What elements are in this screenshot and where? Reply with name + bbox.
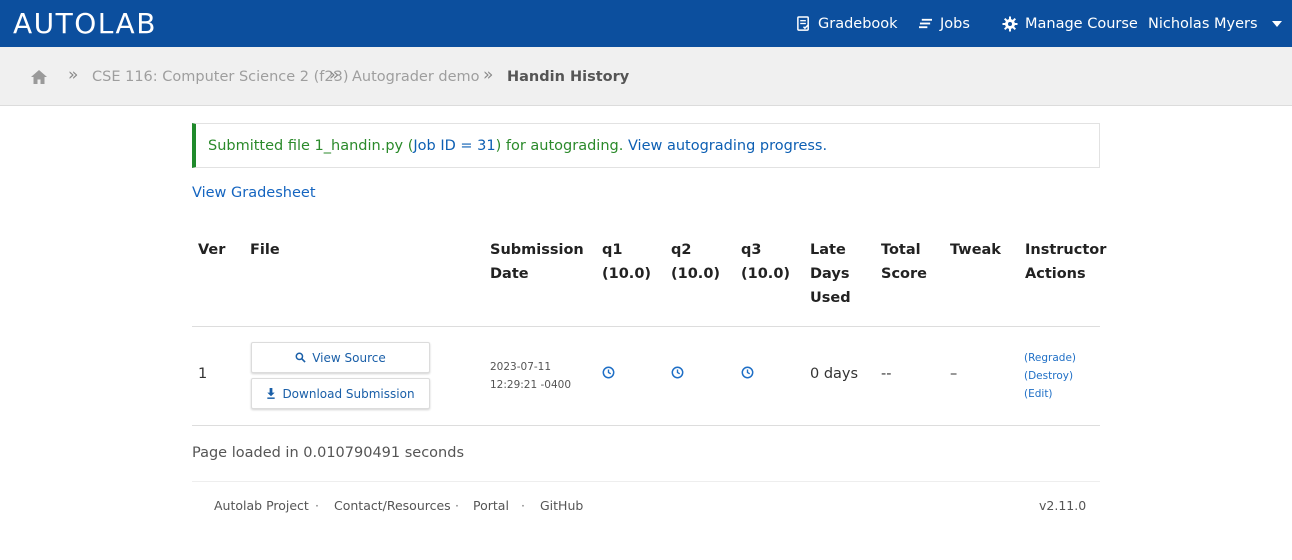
autolab-logo[interactable]: AUTOLAB (13, 6, 157, 40)
user-name: Nicholas Myers (1148, 15, 1258, 32)
gear-icon (1002, 16, 1018, 31)
tweak-value: – (950, 366, 958, 382)
footer-link-autolab-project[interactable]: Autolab Project (214, 498, 309, 513)
view-gradesheet-link[interactable]: View Gradesheet (192, 185, 316, 201)
regrade-link[interactable]: (Regrade) (1024, 349, 1076, 367)
submission-date: 2023-07-11 12:29:21 -0400 (490, 361, 572, 391)
view-source-button[interactable]: View Source (251, 342, 430, 373)
header-ver: Ver (198, 242, 226, 258)
edit-link[interactable]: (Edit) (1024, 385, 1076, 403)
top-navbar: AUTOLAB Gradebook Jobs Manage Course Nic… (0, 0, 1292, 47)
header-instructor-actions: Instructor Actions (1025, 242, 1107, 282)
header-tweak: Tweak (950, 242, 1001, 258)
nav-jobs[interactable]: Jobs (918, 0, 970, 47)
row-version: 1 (198, 366, 208, 382)
header-q3: q3 (10.0) (741, 242, 791, 282)
header-q1: q1 (10.0) (602, 242, 652, 282)
flash-prefix: Submitted file 1_handin.py ( (208, 137, 414, 154)
instructor-actions: (Regrade) (Destroy) (Edit) (1024, 349, 1076, 403)
footer-link-github[interactable]: GitHub (540, 498, 583, 513)
header-submission-date: Submission Date (490, 242, 584, 282)
header-file: File (250, 242, 280, 258)
download-submission-button[interactable]: Download Submission (251, 378, 430, 409)
download-icon (267, 388, 276, 399)
user-menu[interactable]: Nicholas Myers (1148, 0, 1282, 47)
table-header-divider (192, 326, 1100, 327)
footer-version: v2.11.0 (1039, 498, 1087, 513)
breadcrumb-separator: » (68, 64, 79, 85)
job-id-link[interactable]: Job ID = 31 (413, 138, 495, 154)
breadcrumb-separator: » (483, 64, 494, 85)
breadcrumb-home[interactable] (30, 47, 48, 106)
table-bottom-divider (192, 425, 1100, 426)
download-submission-label: Download Submission (282, 386, 415, 401)
breadcrumb-separator: » (329, 64, 340, 85)
header-q2: q2 (10.0) (671, 242, 721, 282)
nav-gradebook[interactable]: Gradebook (796, 0, 898, 47)
clock-icon[interactable] (671, 366, 684, 379)
page-load-time: Page loaded in 0.010790491 seconds (192, 445, 465, 461)
footer-link-portal[interactable]: Portal (473, 498, 509, 513)
nav-gradebook-label: Gradebook (818, 15, 898, 32)
footer-separator: · (455, 498, 459, 513)
nav-manage-course-label: Manage Course (1025, 15, 1138, 32)
nav-jobs-label: Jobs (940, 15, 970, 32)
logo-text: AUTOLAB (13, 6, 157, 40)
breadcrumb-current: Handin History (507, 68, 630, 85)
jobs-icon (919, 18, 932, 29)
flash-middle: ) for autograding. (495, 137, 628, 154)
header-late-days: Late Days Used (810, 242, 851, 306)
footer-link-contact-resources[interactable]: Contact/Resources (334, 498, 451, 513)
breadcrumb-assessment[interactable]: Autograder demo (352, 47, 480, 106)
clock-icon[interactable] (741, 366, 754, 379)
breadcrumb: » CSE 116: Computer Science 2 (f23) » Au… (0, 47, 1292, 106)
gradebook-icon (797, 16, 809, 31)
caret-down-icon (1271, 20, 1282, 27)
footer-divider (192, 481, 1100, 482)
autograding-progress-link[interactable]: View autograding progress. (628, 138, 827, 154)
breadcrumb-course[interactable]: CSE 116: Computer Science 2 (f23) (92, 47, 348, 106)
header-total-score: Total Score (881, 242, 927, 282)
home-icon (31, 69, 47, 84)
flash-success-message: Submitted file 1_handin.py ( Job ID = 31… (192, 123, 1100, 168)
nav-manage-course[interactable]: Manage Course (1002, 0, 1138, 47)
clock-icon[interactable] (602, 366, 615, 379)
view-source-label: View Source (312, 350, 386, 365)
search-icon (295, 352, 306, 363)
late-days-used: 0 days (810, 366, 859, 382)
footer-separator: · (521, 498, 525, 513)
total-score: -- (881, 366, 892, 382)
footer-separator: · (315, 498, 319, 513)
destroy-link[interactable]: (Destroy) (1024, 367, 1076, 385)
